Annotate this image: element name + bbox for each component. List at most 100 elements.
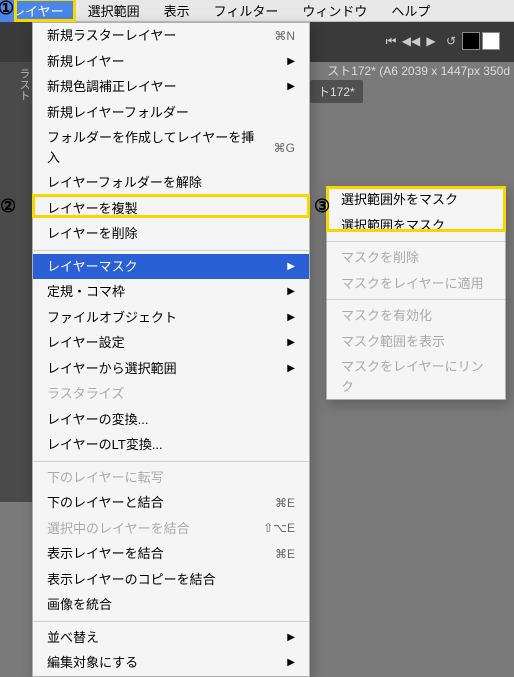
menu-merge-selected: 選択中のレイヤーを結合 ⇧⌥E bbox=[33, 516, 309, 542]
menu-label: マスク範囲を表示 bbox=[341, 332, 445, 352]
submenu-arrow-icon: ▶ bbox=[287, 310, 295, 325]
menu-new-layer-folder[interactable]: 新規レイヤーフォルダー bbox=[33, 100, 309, 126]
background-color-swatch[interactable] bbox=[482, 32, 500, 50]
menu-label: 選択範囲をマスク bbox=[341, 216, 445, 236]
menu-label: レイヤーフォルダーを解除 bbox=[47, 173, 202, 193]
submenu-delete-mask: マスクを削除 bbox=[327, 245, 505, 271]
menubar-selection[interactable]: 選択範囲 bbox=[76, 0, 152, 22]
play-icon[interactable]: ▶ bbox=[422, 32, 440, 50]
submenu-apply-mask: マスクをレイヤーに適用 bbox=[327, 271, 505, 297]
menu-ruler-frame[interactable]: 定規・コマ枠 ▶ bbox=[33, 279, 309, 305]
menu-label: マスクをレイヤーにリンク bbox=[341, 357, 491, 396]
menu-label: 選択範囲外をマスク bbox=[341, 190, 458, 210]
menu-selection-from-layer[interactable]: レイヤーから選択範囲 ▶ bbox=[33, 356, 309, 382]
menu-label: 選択中のレイヤーを結合 bbox=[47, 519, 190, 539]
menu-label: ファイルオブジェクト bbox=[47, 308, 177, 328]
menu-separator bbox=[327, 299, 505, 300]
document-tab[interactable]: ト172* bbox=[310, 80, 363, 103]
submenu-arrow-icon: ▶ bbox=[287, 259, 295, 274]
side-panel-label: ラスト bbox=[0, 62, 32, 502]
submenu-arrow-icon: ▶ bbox=[287, 630, 295, 645]
menu-transfer-down: 下のレイヤーに転写 bbox=[33, 465, 309, 491]
menu-label: マスクをレイヤーに適用 bbox=[341, 274, 484, 294]
submenu-arrow-icon: ▶ bbox=[287, 79, 295, 94]
menu-layer-mask[interactable]: レイヤーマスク ▶ bbox=[33, 254, 309, 280]
menu-label: 下のレイヤーと結合 bbox=[47, 493, 164, 513]
submenu-arrow-icon: ▶ bbox=[287, 361, 295, 376]
menu-layer-settings[interactable]: レイヤー設定 ▶ bbox=[33, 330, 309, 356]
submenu-arrow-icon: ▶ bbox=[287, 335, 295, 350]
menu-convert-layer[interactable]: レイヤーの変換... bbox=[33, 407, 309, 433]
menu-delete-layer[interactable]: レイヤーを削除 bbox=[33, 221, 309, 247]
menu-label: 新規ラスターレイヤー bbox=[47, 26, 176, 46]
menu-flatten-image[interactable]: 画像を統合 bbox=[33, 592, 309, 618]
submenu-arrow-icon: ▶ bbox=[287, 54, 295, 69]
menu-separator bbox=[33, 250, 309, 251]
submenu-link-mask: マスクをレイヤーにリンク bbox=[327, 354, 505, 399]
annotation-1: ① bbox=[0, 0, 14, 19]
menu-label: ラスタライズ bbox=[47, 384, 124, 404]
menu-rasterize: ラスタライズ bbox=[33, 381, 309, 407]
menu-label: マスクを削除 bbox=[341, 248, 419, 268]
menu-label: 新規レイヤーフォルダー bbox=[47, 103, 189, 123]
menu-label: レイヤーのLT変換... bbox=[47, 435, 163, 455]
submenu-mask-outside-selection[interactable]: 選択範囲外をマスク bbox=[327, 187, 505, 213]
menu-separator bbox=[33, 621, 309, 622]
annotation-3: ③ bbox=[314, 196, 330, 217]
submenu-arrow-icon: ▶ bbox=[287, 284, 295, 299]
menu-label: 新規レイヤー bbox=[47, 52, 125, 72]
menu-label: レイヤーから選択範囲 bbox=[47, 359, 177, 379]
menu-new-correction-layer[interactable]: 新規色調補正レイヤー ▶ bbox=[33, 74, 309, 100]
submenu-arrow-icon: ▶ bbox=[287, 655, 295, 670]
document-title: スト172* (A6 2039 x 1447px 350d bbox=[327, 62, 510, 79]
menubar: レイヤー 選択範囲 表示 フィルター ウィンドウ ヘルプ bbox=[0, 0, 514, 22]
layer-menu-dropdown: 新規ラスターレイヤー ⌘N 新規レイヤー ▶ 新規色調補正レイヤー ▶ 新規レイ… bbox=[32, 22, 310, 677]
menubar-filter[interactable]: フィルター bbox=[202, 0, 291, 22]
menu-merge-down[interactable]: 下のレイヤーと結合 ⌘E bbox=[33, 490, 309, 516]
menu-label: 並べ替え bbox=[47, 628, 99, 648]
menubar-view[interactable]: 表示 bbox=[152, 0, 202, 22]
menu-lt-convert[interactable]: レイヤーのLT変換... bbox=[33, 432, 309, 458]
submenu-enable-mask: マスクを有効化 bbox=[327, 303, 505, 329]
menu-label: 新規色調補正レイヤー bbox=[47, 77, 177, 97]
menu-folder-insert[interactable]: フォルダーを作成してレイヤーを挿入 ⌘G bbox=[33, 125, 309, 170]
menu-label: フォルダーを作成してレイヤーを挿入 bbox=[47, 128, 264, 167]
menu-set-edit-target[interactable]: 編集対象にする ▶ bbox=[33, 650, 309, 676]
layer-mask-submenu: 選択範囲外をマスク 選択範囲をマスク マスクを削除 マスクをレイヤーに適用 マス… bbox=[326, 186, 506, 400]
menu-merge-visible[interactable]: 表示レイヤーを結合 ⌘E bbox=[33, 541, 309, 567]
menu-label: レイヤーの変換... bbox=[47, 410, 148, 430]
menu-label: マスクを有効化 bbox=[341, 306, 432, 326]
menu-label: レイヤー設定 bbox=[47, 333, 125, 353]
submenu-show-mask-range: マスク範囲を表示 bbox=[327, 329, 505, 355]
menu-new-layer[interactable]: 新規レイヤー ▶ bbox=[33, 49, 309, 75]
menu-label: 表示レイヤーのコピーを結合 bbox=[47, 570, 216, 590]
menu-label: 編集対象にする bbox=[47, 653, 138, 673]
menu-label: 定規・コマ枠 bbox=[47, 282, 125, 302]
menu-reorder[interactable]: 並べ替え ▶ bbox=[33, 625, 309, 651]
menubar-window[interactable]: ウィンドウ bbox=[290, 0, 379, 22]
menubar-help[interactable]: ヘルプ bbox=[379, 0, 442, 22]
menu-label: レイヤーを削除 bbox=[47, 224, 138, 244]
shortcut: ⌘N bbox=[274, 27, 295, 45]
shortcut: ⌘E bbox=[275, 494, 295, 512]
shortcut: ⌘G bbox=[274, 139, 295, 157]
shortcut: ⌘E bbox=[275, 545, 295, 563]
menu-label: レイヤーマスク bbox=[47, 257, 138, 277]
skip-prev-icon[interactable]: ◀◀ bbox=[402, 32, 420, 50]
rewind-icon[interactable]: ⏮ bbox=[382, 32, 400, 50]
annotation-2: ② bbox=[0, 196, 16, 217]
menu-unfolder[interactable]: レイヤーフォルダーを解除 bbox=[33, 170, 309, 196]
menu-new-raster-layer[interactable]: 新規ラスターレイヤー ⌘N bbox=[33, 23, 309, 49]
menu-merge-visible-copy[interactable]: 表示レイヤーのコピーを結合 bbox=[33, 567, 309, 593]
submenu-mask-selection[interactable]: 選択範囲をマスク bbox=[327, 213, 505, 239]
menu-duplicate-layer[interactable]: レイヤーを複製 bbox=[33, 196, 309, 222]
foreground-color-swatch[interactable] bbox=[462, 32, 480, 50]
swap-colors-icon[interactable]: ↺ bbox=[442, 32, 460, 50]
shortcut: ⇧⌥E bbox=[263, 519, 295, 537]
menu-separator bbox=[327, 241, 505, 242]
menu-file-object[interactable]: ファイルオブジェクト ▶ bbox=[33, 305, 309, 331]
menu-label: 画像を統合 bbox=[47, 595, 112, 615]
menu-label: 表示レイヤーを結合 bbox=[47, 544, 164, 564]
menu-separator bbox=[33, 461, 309, 462]
menu-label: 下のレイヤーに転写 bbox=[47, 468, 164, 488]
